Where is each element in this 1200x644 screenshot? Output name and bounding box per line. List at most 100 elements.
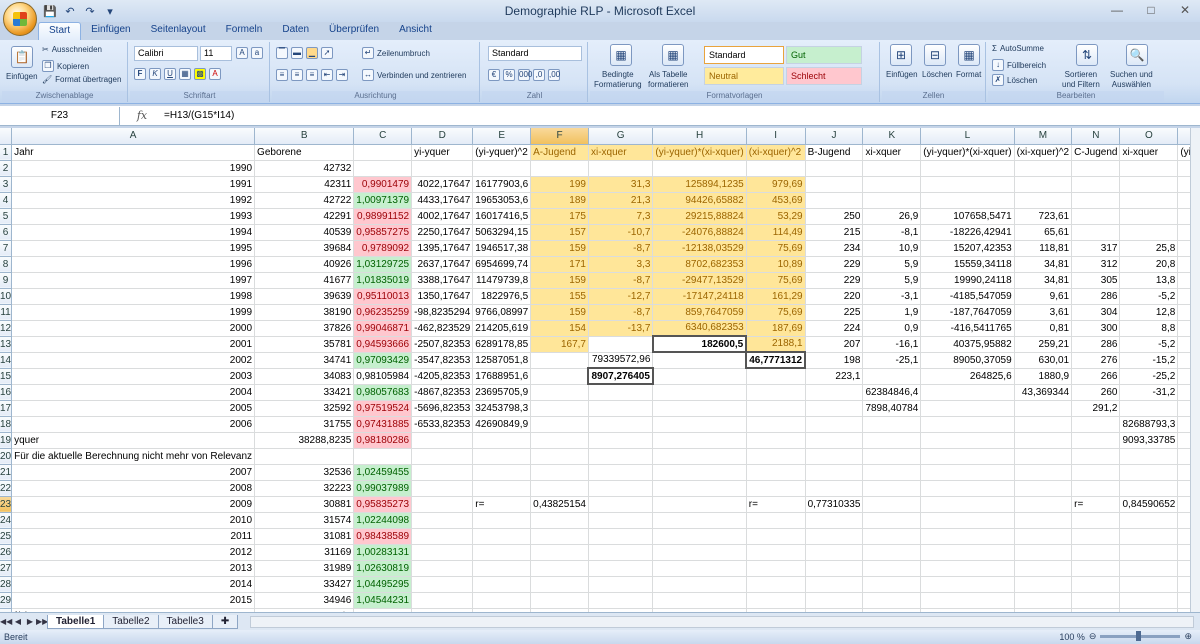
cell[interactable]: 2002 — [11, 352, 256, 369]
cell[interactable] — [920, 576, 1015, 593]
column-header[interactable]: M — [1014, 128, 1073, 145]
cell[interactable]: 0,97431885 — [353, 416, 413, 433]
cell[interactable]: 2001 — [11, 336, 256, 353]
cell[interactable] — [1014, 528, 1073, 545]
cell[interactable]: -6533,82353 — [411, 416, 474, 433]
cell[interactable]: 0,84590652 — [1119, 496, 1179, 513]
cell[interactable]: 1,01835019 — [353, 272, 413, 289]
cell[interactable]: 2009 — [11, 496, 256, 513]
format-painter-button[interactable]: 🖌 Format übertragen — [42, 75, 121, 84]
cell[interactable] — [920, 528, 1015, 545]
cell[interactable] — [530, 400, 589, 417]
cell[interactable]: 187,69 — [746, 320, 806, 337]
cell[interactable] — [1177, 496, 1190, 513]
cell[interactable] — [652, 576, 747, 593]
row-header[interactable]: 9 — [0, 272, 13, 289]
cell[interactable]: 171 — [530, 256, 589, 273]
cell[interactable]: 2004 — [11, 384, 256, 401]
cell[interactable]: 220 — [805, 288, 864, 305]
customize-qat-icon[interactable]: ▾ — [102, 3, 118, 19]
cell[interactable]: 13,8 — [1119, 272, 1179, 289]
cell[interactable]: -12,7 — [588, 288, 654, 305]
cell[interactable]: A-Jugend — [530, 144, 589, 161]
cell[interactable] — [862, 576, 922, 593]
cell[interactable] — [746, 480, 806, 497]
cell[interactable]: 32453798,3 — [472, 400, 532, 417]
cell[interactable] — [746, 512, 806, 529]
column-header[interactable]: F — [530, 128, 589, 145]
cell[interactable]: 2637,17647 — [411, 256, 474, 273]
increase-decimal-icon[interactable]: ,0 — [533, 69, 545, 81]
cell[interactable] — [862, 432, 922, 449]
cell[interactable]: 266 — [1071, 368, 1121, 385]
cell[interactable]: 32592 — [254, 400, 355, 417]
cell[interactable]: 229 — [805, 272, 864, 289]
cell[interactable]: 8702,682353 — [652, 256, 747, 273]
cell[interactable] — [862, 176, 922, 193]
cell[interactable]: 31989 — [254, 560, 355, 577]
cell[interactable] — [862, 192, 922, 209]
cell[interactable]: -15,2 — [1119, 352, 1179, 369]
cell[interactable]: -24076,88824 — [652, 224, 747, 241]
cell[interactable]: 1350,17647 — [411, 288, 474, 305]
cell[interactable]: 198 — [805, 352, 864, 369]
cell[interactable] — [746, 368, 806, 385]
cell[interactable]: (xi-xquer)^2 — [746, 144, 806, 161]
cell[interactable] — [588, 448, 654, 465]
undo-icon[interactable]: ↶ — [62, 3, 78, 19]
tab-start[interactable]: Start — [38, 22, 82, 40]
cell[interactable] — [652, 496, 747, 513]
cell[interactable]: 16017416,5 — [472, 208, 532, 225]
wrap-text-button[interactable]: ↵ Zeilenumbruch — [362, 47, 430, 59]
cell[interactable] — [805, 192, 864, 209]
insert-cells-button[interactable]: Einfügen — [886, 70, 918, 79]
cell[interactable] — [746, 576, 806, 593]
cell[interactable] — [1119, 464, 1179, 481]
cell[interactable] — [472, 576, 532, 593]
cell[interactable]: 34083 — [254, 368, 355, 385]
cell[interactable]: 31169 — [254, 544, 355, 561]
cell[interactable]: 7898,40784 — [862, 400, 922, 417]
row-header[interactable]: 21 — [0, 464, 13, 481]
cell[interactable] — [862, 496, 922, 513]
decrease-indent-icon[interactable]: ⇤ — [321, 69, 333, 81]
cell[interactable]: 6340,682353 — [652, 320, 747, 337]
cell[interactable]: 107658,5471 — [920, 208, 1015, 225]
cell[interactable]: 1992 — [11, 192, 256, 209]
cell[interactable] — [652, 368, 747, 385]
cell[interactable] — [805, 400, 864, 417]
cell[interactable] — [805, 512, 864, 529]
cell[interactable] — [530, 160, 589, 177]
cell[interactable]: 1,00283131 — [353, 544, 413, 561]
cell[interactable]: -8,7 — [588, 272, 654, 289]
cell[interactable] — [862, 592, 922, 609]
font-size-select[interactable]: 11 — [200, 46, 232, 61]
cell[interactable] — [862, 160, 922, 177]
cell[interactable] — [652, 560, 747, 577]
cell[interactable]: -4205,82353 — [411, 368, 474, 385]
cell[interactable]: 42722 — [254, 192, 355, 209]
zoom-level[interactable]: 100 % — [1059, 632, 1085, 642]
cell[interactable] — [652, 464, 747, 481]
bold-icon[interactable]: F — [134, 68, 146, 80]
cell[interactable] — [530, 464, 589, 481]
row-header[interactable]: 2 — [0, 160, 13, 177]
cell[interactable]: 32536 — [254, 464, 355, 481]
cell[interactable] — [588, 496, 654, 513]
cell[interactable] — [530, 432, 589, 449]
cell[interactable] — [411, 528, 474, 545]
cell[interactable] — [746, 528, 806, 545]
cell[interactable]: 46,7771312 — [745, 351, 807, 369]
cell[interactable]: 75,69 — [746, 272, 806, 289]
column-header[interactable]: K — [862, 128, 922, 145]
prev-sheet-icon[interactable]: ◀ — [12, 617, 24, 626]
cell[interactable]: xi-xquer — [1119, 144, 1179, 161]
cell[interactable] — [920, 448, 1015, 465]
cell[interactable]: 11479739,8 — [472, 272, 532, 289]
cell[interactable]: 0,95110013 — [353, 288, 413, 305]
cell[interactable]: 259,21 — [1014, 336, 1073, 353]
sort-filter-icon[interactable]: ⇅ — [1076, 44, 1098, 66]
cell[interactable] — [1014, 176, 1073, 193]
cell[interactable] — [652, 480, 747, 497]
cell[interactable] — [1071, 208, 1121, 225]
